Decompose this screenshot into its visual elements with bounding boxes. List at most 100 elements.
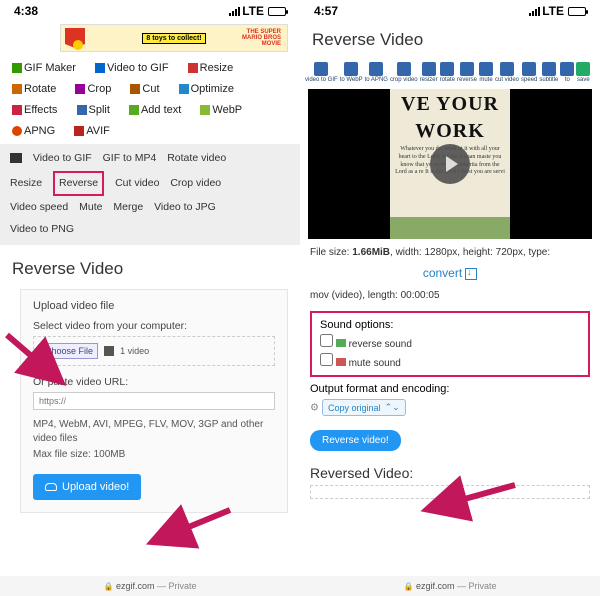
tool-icon: [314, 62, 328, 76]
tab-video-to-png[interactable]: Video to PNG: [10, 220, 74, 240]
tool-video-to-gif[interactable]: Video to GIF: [95, 58, 177, 79]
signal-bars-icon: [529, 7, 540, 16]
tab-cut-video[interactable]: Cut video: [115, 174, 159, 194]
page-title: Reverse Video: [12, 259, 288, 279]
result-area: [310, 485, 590, 499]
size-hint: Max file size: 100MB: [33, 448, 275, 462]
tb-save[interactable]: save: [575, 60, 591, 85]
tool-effects[interactable]: Effects: [12, 100, 65, 121]
tb-cut[interactable]: cut video: [494, 60, 520, 85]
tool-resize[interactable]: Resize: [188, 58, 242, 79]
upload-button[interactable]: Upload video!: [33, 474, 141, 500]
gear-icon: ⚙: [310, 403, 319, 414]
select-label: Select video from your computer:: [33, 320, 275, 332]
tb-reverse[interactable]: reverse: [456, 60, 478, 85]
status-time: 4:38: [14, 4, 38, 18]
tb-video-to-gif[interactable]: video to GIF: [304, 60, 339, 85]
tool-cut[interactable]: Cut: [130, 79, 167, 100]
tool-icon: [542, 62, 556, 76]
ad-banner[interactable]: 8 toys to collect! THE SUPERMARIO BROSMO…: [60, 24, 288, 52]
screen-right: 4:57 LTE Reverse Video video to GIF to W…: [300, 0, 600, 596]
sound-legend: Sound options:: [320, 319, 580, 331]
banner-coin-icon: [73, 40, 83, 50]
file-drop[interactable]: Choose File 1 video: [33, 336, 275, 366]
tool-crop[interactable]: Crop: [75, 79, 119, 100]
tab-video-speed[interactable]: Video speed: [10, 198, 68, 218]
tool-icon: [422, 62, 436, 76]
tool-icon: [460, 62, 474, 76]
tool-icon: [479, 62, 493, 76]
tab-resize[interactable]: Resize: [10, 174, 42, 194]
status-time: 4:57: [314, 4, 338, 18]
tab-video-to-jpg[interactable]: Video to JPG: [154, 198, 216, 218]
choose-file-button[interactable]: Choose File: [40, 343, 98, 359]
tb-mute[interactable]: mute: [478, 60, 494, 85]
lock-icon: 🔒: [403, 582, 413, 591]
lock-icon: 🔒: [103, 582, 113, 591]
reverse-sound-checkbox[interactable]: [320, 334, 333, 347]
tool-webp[interactable]: WebP: [200, 100, 250, 121]
tb-speed[interactable]: speed: [520, 60, 538, 85]
status-bar: 4:38 LTE: [0, 0, 300, 22]
tab-video-to-gif[interactable]: Video to GIF: [33, 149, 92, 169]
play-button[interactable]: [430, 144, 470, 184]
main-tools: GIF Maker Video to GIF Resize Rotate Cro…: [0, 56, 300, 144]
tab-mute[interactable]: Mute: [79, 198, 102, 218]
status-signal: LTE: [229, 4, 286, 18]
address-bar: 🔒 ezgif.com — Private: [300, 576, 600, 596]
tool-avif[interactable]: AVIF: [74, 121, 118, 142]
battery-icon: [268, 7, 286, 16]
poster-grass: [390, 217, 510, 239]
battery-icon: [568, 7, 586, 16]
reverse-video-button[interactable]: Reverse video!: [310, 430, 401, 451]
tab-merge[interactable]: Merge: [113, 198, 143, 218]
opt-mute-sound[interactable]: mute sound: [320, 353, 580, 369]
file-count: 1 video: [120, 346, 149, 356]
status-net: LTE: [542, 4, 564, 18]
status-net: LTE: [242, 4, 264, 18]
status-signal: LTE: [529, 4, 586, 18]
encoding-section: Output format and encoding: ⚙ Copy origi…: [310, 383, 590, 416]
reversed-heading: Reversed Video:: [310, 465, 590, 481]
signal-bars-icon: [229, 7, 240, 16]
status-bar: 4:57 LTE: [300, 0, 600, 22]
tool-split[interactable]: Split: [77, 100, 118, 121]
tab-rotate-video[interactable]: Rotate video: [167, 149, 226, 169]
tool-optimize[interactable]: Optimize: [179, 79, 242, 100]
convert-link[interactable]: convert: [300, 266, 600, 280]
tool-addtext[interactable]: Add text: [129, 100, 189, 121]
poster-line: VE YOUR: [390, 89, 510, 116]
tool-icon: [344, 62, 358, 76]
tool-icon: [397, 62, 411, 76]
tool-apng[interactable]: APNG: [12, 121, 63, 142]
tab-reverse[interactable]: Reverse: [53, 171, 104, 197]
browse-mode: — Private: [157, 581, 197, 591]
save-icon: [576, 62, 590, 76]
tool-icon: [560, 62, 574, 76]
tb-rotate[interactable]: rotate: [439, 60, 456, 85]
tb-to-webp[interactable]: to WebP: [339, 60, 364, 85]
url-input[interactable]: [33, 392, 275, 410]
mute-sound-checkbox[interactable]: [320, 353, 333, 366]
file-icon: [104, 346, 114, 356]
site-name: ezgif.com: [116, 581, 155, 591]
tab-gif-to-mp4[interactable]: GIF to MP4: [103, 149, 157, 169]
tool-gifmaker[interactable]: GIF Maker: [12, 58, 84, 79]
video-preview[interactable]: VE YOUR WORK Whatever you do, work at it…: [308, 89, 592, 239]
tab-crop-video[interactable]: Crop video: [170, 174, 221, 194]
tb-resize[interactable]: resizer: [419, 60, 439, 85]
tb-subtitle[interactable]: subtitle: [538, 60, 559, 85]
opt-reverse-sound[interactable]: reverse sound: [320, 334, 580, 350]
upload-panel: Upload video file Select video from your…: [20, 289, 288, 513]
tb-to-apng[interactable]: to APNG: [364, 60, 389, 85]
chevron-icon: ⌃⌄: [385, 402, 400, 413]
encoding-select[interactable]: Copy original⌃⌄: [322, 399, 406, 416]
page-title: Reverse Video: [312, 30, 588, 50]
film-icon: [10, 153, 22, 163]
tool-rotate[interactable]: Rotate: [12, 79, 64, 100]
cloud-upload-icon: [45, 483, 57, 491]
video-subtabs: Video to GIF GIF to MP4 Rotate video Res…: [0, 144, 300, 246]
poster-line: WORK: [390, 116, 510, 143]
tb-to[interactable]: to: [559, 60, 575, 85]
tb-crop[interactable]: crop video: [389, 60, 419, 85]
